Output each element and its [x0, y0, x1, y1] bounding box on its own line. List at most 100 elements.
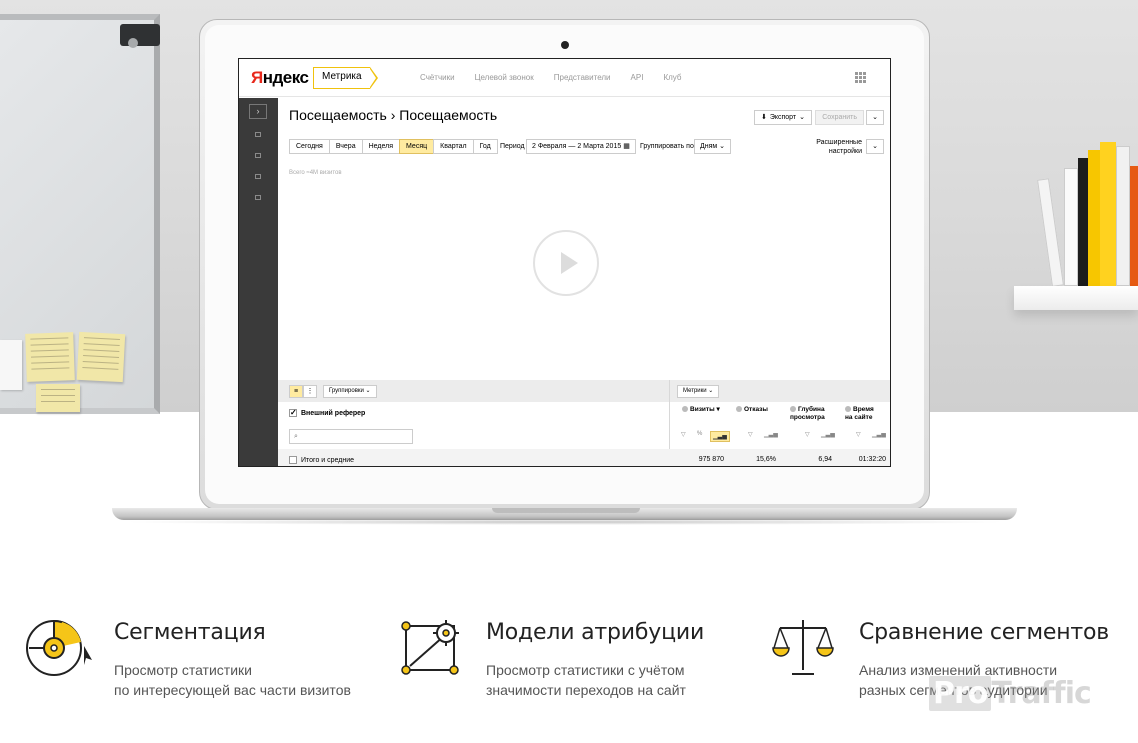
col-label: Отказы [744, 406, 768, 413]
sticky-note [76, 331, 126, 383]
expand-sidebar-icon[interactable]: › [249, 104, 267, 119]
watermark: Pro Traffic [929, 676, 1092, 711]
top-nav: Счётчики Целевой звонок Представители AP… [420, 73, 701, 82]
percent-icon[interactable]: % [697, 431, 702, 437]
period-label: Период [500, 143, 525, 150]
totals-text: Итого и средние [301, 456, 355, 464]
bar-chart-icon[interactable]: ▁▃▅ [710, 431, 730, 442]
shelf [1014, 286, 1138, 310]
dimension-label: Внешний реферер [301, 409, 366, 417]
bar-chart-icon[interactable]: ▁▃▅ [821, 431, 835, 438]
group-by-select[interactable]: Дням ⌄ [694, 139, 732, 154]
save-dropdown-chevron-icon[interactable]: ⌄ [866, 110, 884, 125]
metric-dot-icon [682, 406, 688, 412]
bar-chart-icon[interactable]: ▁▃▅ [764, 431, 778, 438]
scales-icon [772, 620, 834, 675]
metrics-label: Метрики [683, 388, 707, 394]
filter-icon[interactable]: ▽ [856, 431, 861, 438]
export-button[interactable]: ⬇ Экспорт ⌄ [753, 110, 812, 125]
filter-icon[interactable]: ▽ [681, 431, 686, 438]
period-value: 2 Февраля — 2 Марта 2015 [532, 143, 622, 150]
period-yesterday[interactable]: Вчера [328, 139, 363, 154]
export-label: Экспорт [769, 114, 797, 121]
nav-club[interactable]: Клуб [663, 73, 681, 82]
desc-line: Просмотр статистики с учётом [486, 662, 685, 678]
period-year[interactable]: Год [472, 139, 498, 154]
top-bar: Яндекс Метрика Счётчики Целевой звонок П… [239, 59, 890, 97]
search-icon: ⌕ [294, 433, 298, 440]
tree-view-icon[interactable]: ⋮ [303, 385, 317, 398]
col-time[interactable]: Время на сайте [845, 406, 883, 422]
book [1088, 150, 1100, 286]
feature-title-attribution: Модели атрибуции [486, 620, 705, 645]
dimension-header[interactable]: ✓ Внешний реферер [289, 409, 365, 417]
col-visits[interactable]: Визиты ▾ [682, 406, 720, 414]
period-date-picker[interactable]: 2 Февраля — 2 Марта 2015 ▦ [526, 139, 636, 154]
period-quarter[interactable]: Квартал [433, 139, 474, 154]
dimension-search-input[interactable]: ⌕ [289, 429, 413, 444]
nav-target-call[interactable]: Целевой звонок [475, 73, 534, 82]
filter-icon[interactable]: ▽ [748, 431, 753, 438]
sticky-note [25, 332, 75, 382]
metric-dot-icon [736, 406, 742, 412]
save-button[interactable]: Сохранить [815, 110, 864, 125]
flag-icon[interactable] [255, 174, 261, 179]
desc-line: значимости переходов на сайт [486, 682, 686, 698]
groupings-button[interactable]: Группировки ⌄ [323, 385, 377, 398]
chevron-down-icon: ⌄ [719, 143, 726, 150]
period-week[interactable]: Неделя [361, 139, 401, 154]
desc-line: по интересующей вас части визитов [114, 682, 351, 698]
yandex-logo[interactable]: Яндекс [251, 68, 309, 88]
segmentation-icon [26, 619, 92, 676]
checkbox-icon[interactable] [289, 456, 297, 464]
group-by-value: Дням [700, 143, 718, 150]
calendar-icon: ▦ [623, 143, 630, 150]
laptop-shadow [120, 519, 1010, 525]
advanced-settings[interactable]: Расширенные настройки [810, 138, 862, 156]
pinned-paper [0, 340, 22, 390]
metric-dot-icon [845, 406, 851, 412]
reports-icon[interactable] [255, 153, 261, 158]
col-label: Визиты [690, 406, 715, 413]
nav-api[interactable]: API [631, 73, 644, 82]
list-view-icon[interactable]: ≡ [289, 385, 303, 398]
whiteboard-clip [120, 24, 160, 46]
screen: Яндекс Метрика Счётчики Целевой звонок П… [238, 58, 891, 467]
period-month[interactable]: Месяц [399, 139, 435, 154]
logo-rest: ндекс [262, 68, 309, 87]
book [1130, 166, 1138, 286]
filter-icon[interactable]: ▽ [805, 431, 810, 438]
sidebar: › [239, 98, 278, 466]
period-today[interactable]: Сегодня [289, 139, 330, 154]
page: Яндекс Метрика Счётчики Целевой звонок П… [0, 0, 1138, 743]
book [1100, 142, 1116, 286]
watermark-pro: Pro [929, 676, 992, 711]
product-tag[interactable]: Метрика [313, 67, 378, 89]
total-depth-value: 6,94 [818, 456, 832, 463]
total-time-value: 01:32:20 [858, 456, 886, 463]
nav-representatives[interactable]: Представители [554, 73, 611, 82]
metrics-button[interactable]: Метрики ⌄ [677, 385, 720, 398]
download-icon: ⬇ [760, 114, 767, 121]
feature-desc-attribution: Просмотр статистики с учётом значимости … [486, 660, 686, 700]
nav-counters[interactable]: Счётчики [420, 73, 455, 82]
report-content: Посещаемость › Посещаемость ⬇ Экспорт ⌄ Со… [278, 98, 890, 466]
feature-title-compare: Сравнение сегментов [859, 620, 1110, 645]
total-bounces-value: 15,6% [756, 456, 776, 463]
totals-label: Итого и средние [289, 456, 354, 464]
play-video-icon[interactable] [533, 230, 599, 296]
sticky-note [36, 384, 80, 412]
menu-icon[interactable] [255, 132, 261, 137]
checkbox-checked-icon[interactable]: ✓ [289, 409, 297, 417]
advanced-settings-chevron-icon[interactable]: ⌄ [866, 139, 884, 154]
bar-chart-icon[interactable]: ▁▃▅ [872, 431, 886, 438]
group-by-label: Группировать по [640, 143, 694, 150]
col-bounces[interactable]: Отказы [736, 406, 768, 414]
col-depth[interactable]: Глубина просмотра [790, 406, 834, 422]
feature-title-segmentation: Сегментация [114, 620, 266, 645]
book [1078, 158, 1088, 286]
users-icon[interactable] [255, 195, 261, 200]
apps-grid-icon[interactable] [855, 72, 868, 83]
camera-icon [561, 41, 569, 49]
attribution-icon [401, 620, 459, 675]
